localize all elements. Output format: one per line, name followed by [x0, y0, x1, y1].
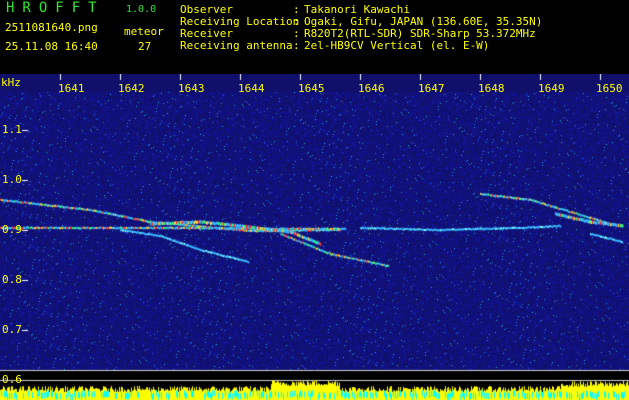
y-tick: 0.7 [2, 323, 22, 336]
y-tick: 0.9 [2, 223, 22, 236]
y-tick: 0.6 [2, 373, 22, 386]
spectrogram-canvas [0, 74, 629, 400]
app-version: 1.0.0 [126, 4, 157, 15]
x-tick: 1643 [178, 82, 205, 95]
app-name: HROFFT [6, 0, 105, 16]
x-tick: 1644 [238, 82, 265, 95]
antenna-label: Receiving antenna [180, 39, 293, 52]
y-axis-unit: kHz [1, 76, 21, 89]
header-panel: HROFFT 1.0.0 2511081640.png meteor 25.11… [0, 0, 629, 74]
antenna-value: 2el-HB9CV Vertical (el. E-W) [304, 39, 490, 52]
x-tick: 1641 [58, 82, 85, 95]
info-separator: : [293, 39, 300, 52]
file-name: 2511081640.png [5, 21, 98, 34]
meteor-count: 27 [138, 40, 152, 53]
y-tick: 1.0 [2, 173, 22, 186]
x-tick: 1647 [418, 82, 445, 95]
x-tick: 1650 [596, 82, 623, 95]
x-tick: 1645 [298, 82, 325, 95]
y-tick: 0.8 [2, 273, 22, 286]
x-tick: 1642 [118, 82, 145, 95]
x-tick: 1648 [478, 82, 505, 95]
datetime: 25.11.08 16:40 [5, 40, 98, 53]
meteor-label: meteor [124, 25, 164, 38]
x-tick: 1649 [538, 82, 565, 95]
y-tick: 1.1 [2, 123, 22, 136]
spectrogram-panel: kHz 1641 1642 1643 1644 1645 1646 1647 1… [0, 74, 629, 400]
x-tick: 1646 [358, 82, 385, 95]
